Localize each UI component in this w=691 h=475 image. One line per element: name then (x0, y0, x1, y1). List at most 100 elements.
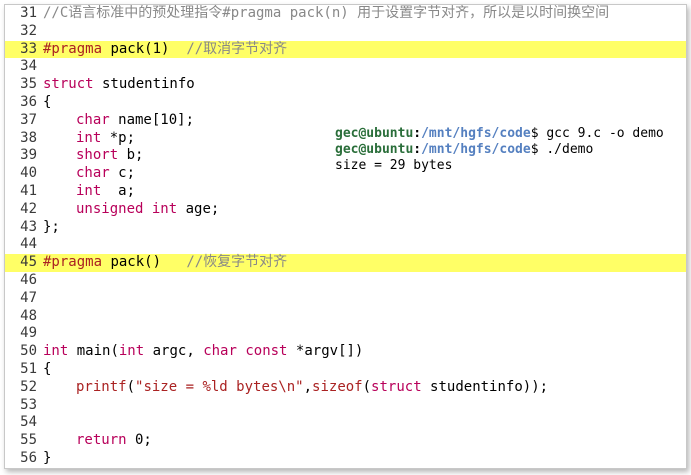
code-line: 32 (5, 23, 686, 41)
line-number: 39 (20, 147, 37, 164)
code-line: 33 #pragma pack(1) //取消字节对齐 (5, 40, 686, 59)
terminal-command: $ gcc 9.c -o demo (530, 126, 664, 141)
line-number: 37 (20, 111, 37, 128)
code-token: a; (101, 182, 136, 199)
code-token: *argv[]) (287, 343, 364, 360)
code-line: 51 { (5, 361, 686, 379)
code-text: return 0; (43, 432, 152, 450)
code-text: char c; (43, 165, 135, 183)
terminal-command: size = 29 bytes (335, 158, 453, 173)
line-number: 51 (20, 360, 37, 377)
line-number: 53 (20, 396, 37, 413)
terminal-line: gec@ubuntu:/mnt/hgfs/code$ ./demo (335, 142, 664, 158)
code-token: studentinfo (93, 76, 195, 93)
code-token: int (76, 129, 102, 146)
line-number: 44 (20, 236, 37, 253)
code-token: #pragma (43, 254, 103, 271)
line-number: 40 (20, 165, 37, 182)
code-line: 53 (5, 397, 686, 415)
code-text: } (43, 450, 51, 468)
line-number: 36 (20, 93, 37, 110)
code-token: char (203, 343, 237, 360)
terminal-line: size = 29 bytes (335, 158, 664, 174)
code-line: 50 int main(int argc, char const *argv[]) (5, 343, 686, 361)
code-token: }; (43, 218, 60, 235)
code-token: argc, (144, 343, 204, 360)
line-number: 31 (20, 5, 37, 21)
line-number: 54 (20, 414, 37, 431)
code-token: *p; (101, 129, 136, 146)
code-token: unsigned (76, 200, 144, 217)
code-text: #pragma pack() //恢复字节对齐 (43, 254, 287, 272)
code-token: ( (126, 378, 136, 395)
code-line: 48 (5, 308, 686, 326)
code-line: 45 #pragma pack() //恢复字节对齐 (5, 254, 686, 272)
code-token: ( (362, 378, 372, 395)
code-line: 54 (5, 414, 686, 432)
code-line: 44 (5, 236, 686, 254)
code-text: short b; (43, 147, 143, 165)
code-token: struct (371, 378, 422, 395)
line-number: 42 (20, 200, 37, 217)
code-token: int (151, 200, 178, 217)
code-line: 36 { (5, 94, 686, 112)
code-token: struct (43, 76, 94, 93)
code-line: 49 (5, 325, 686, 343)
code-token: //C语言标准中的预处理指令#pragma pack(n) 用于设置字节对齐，所… (43, 5, 610, 21)
code-token: int (43, 343, 69, 360)
code-token: #pragma (43, 40, 103, 57)
code-line: 46 (5, 272, 686, 290)
code-line: 31 //C语言标准中的预处理指令#pragma pack(n) 用于设置字节对齐… (5, 5, 686, 23)
code-token: char (76, 111, 110, 128)
code-text: }; (43, 219, 60, 237)
code-token: //恢复字节对齐 (186, 254, 288, 271)
code-text: int *p; (43, 130, 135, 148)
code-token: char (76, 165, 110, 182)
code-line: 41 int a; (5, 183, 686, 201)
prompt-path: /mnt/hgfs/code (421, 126, 531, 141)
code-token: { (43, 360, 52, 377)
line-number: 48 (20, 307, 37, 324)
code-token: { (43, 93, 52, 110)
code-token: sizeof (312, 378, 363, 395)
line-number: 46 (20, 271, 37, 288)
line-number: 32 (20, 22, 37, 39)
code-token: pack(1) (102, 40, 187, 57)
prompt-path: /mnt/hgfs/code (421, 142, 531, 157)
terminal-output: gec@ubuntu:/mnt/hgfs/code$ gcc 9.c -o de… (335, 126, 664, 174)
code-token: //取消字节对齐 (186, 40, 288, 57)
code-text: { (43, 361, 51, 379)
code-token: c; (109, 165, 136, 182)
line-number: 49 (20, 325, 37, 342)
code-text: printf("size = %ld bytes\n",sizeof(struc… (43, 379, 548, 397)
code-line: 35 struct studentinfo (5, 76, 686, 94)
code-token: int (76, 182, 102, 199)
code-token: , (303, 378, 313, 395)
code-text: { (43, 94, 51, 112)
line-number: 35 (20, 76, 37, 93)
line-number: 56 (20, 449, 37, 466)
code-text: //C语言标准中的预处理指令#pragma pack(n) 用于设置字节对齐，所… (43, 5, 609, 23)
code-line: 52 printf("size = %ld bytes\n",sizeof(str… (5, 379, 686, 397)
line-number: 33 (20, 40, 37, 57)
screenshot-frame: 31 //C语言标准中的预处理指令#pragma pack(n) 用于设置字节对齐… (4, 4, 687, 469)
line-number: 52 (20, 378, 37, 395)
line-number: 55 (20, 432, 37, 449)
code-text: char name[10]; (43, 112, 194, 130)
line-number: 43 (20, 218, 37, 235)
code-token: "size = %ld bytes\n" (135, 378, 304, 395)
terminal-line: gec@ubuntu:/mnt/hgfs/code$ gcc 9.c -o de… (335, 126, 664, 142)
prompt-separator: : (413, 126, 422, 141)
line-number: 47 (20, 289, 37, 306)
code-line: 56} (5, 450, 686, 468)
code-token: studentinfo)); (421, 378, 549, 395)
code-token: return (76, 432, 127, 449)
code-token: 0; (126, 432, 152, 449)
code-line: 43}; (5, 219, 686, 237)
line-number: 45 (20, 254, 37, 271)
code-editor: 31 //C语言标准中的预处理指令#pragma pack(n) 用于设置字节对齐… (5, 5, 686, 468)
code-text: int main(int argc, char const *argv[]) (43, 343, 363, 361)
code-line: 34 (5, 58, 686, 76)
code-line: 55 return 0; (5, 432, 686, 450)
line-number: 50 (20, 343, 37, 360)
